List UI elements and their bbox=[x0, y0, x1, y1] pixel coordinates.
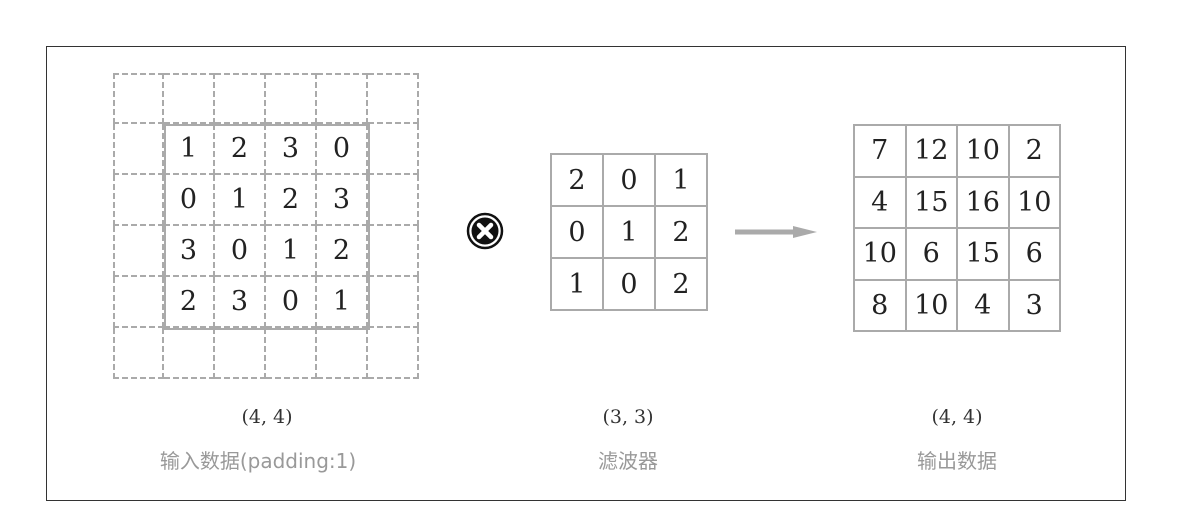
input-cell: 1 bbox=[215, 175, 266, 226]
input-cell: 1 bbox=[266, 226, 317, 277]
input-cell: 0 bbox=[266, 277, 317, 328]
input-data-grid: 1230012330122301 bbox=[113, 73, 419, 379]
input-cell bbox=[215, 328, 266, 379]
input-cell bbox=[113, 277, 164, 328]
input-cell bbox=[266, 328, 317, 379]
input-cell: 3 bbox=[317, 175, 368, 226]
output-shape-label: (4, 4) bbox=[931, 406, 983, 428]
input-cell bbox=[113, 328, 164, 379]
input-cell bbox=[164, 73, 215, 124]
input-cell bbox=[317, 328, 368, 379]
input-cell bbox=[368, 124, 419, 175]
right-arrow-icon bbox=[735, 226, 817, 238]
input-cell bbox=[113, 124, 164, 175]
output-cell: 16 bbox=[958, 177, 1010, 229]
filter-shape-label: (3, 3) bbox=[602, 406, 654, 428]
output-caption: 输出数据 bbox=[917, 449, 997, 473]
output-cell: 3 bbox=[1009, 280, 1061, 332]
output-cell: 8 bbox=[855, 280, 907, 332]
output-cell: 4 bbox=[855, 177, 907, 229]
output-cell: 10 bbox=[1009, 177, 1061, 229]
input-cell bbox=[368, 226, 419, 277]
input-cell bbox=[368, 277, 419, 328]
filter-cell: 1 bbox=[552, 259, 604, 311]
input-cell: 2 bbox=[164, 277, 215, 328]
output-cell: 7 bbox=[855, 126, 907, 178]
input-cell: 0 bbox=[164, 175, 215, 226]
input-cell: 2 bbox=[266, 175, 317, 226]
input-cell: 3 bbox=[164, 226, 215, 277]
output-cell: 2 bbox=[1009, 126, 1061, 178]
output-cell: 15 bbox=[958, 229, 1010, 281]
output-cell: 6 bbox=[1009, 229, 1061, 281]
output-cell: 10 bbox=[906, 280, 958, 332]
input-cell: 1 bbox=[317, 277, 368, 328]
input-cell bbox=[113, 175, 164, 226]
input-cell: 0 bbox=[317, 124, 368, 175]
input-cell: 0 bbox=[215, 226, 266, 277]
output-cell: 10 bbox=[958, 126, 1010, 178]
filter-cell: 2 bbox=[656, 207, 708, 259]
output-cell: 4 bbox=[958, 280, 1010, 332]
input-cell bbox=[113, 73, 164, 124]
filter-grid: 201012102 bbox=[550, 153, 708, 311]
filter-cell: 1 bbox=[656, 155, 708, 207]
filter-cell: 2 bbox=[656, 259, 708, 311]
output-cell: 12 bbox=[906, 126, 958, 178]
input-cell bbox=[164, 328, 215, 379]
output-cell: 10 bbox=[855, 229, 907, 281]
output-cell: 6 bbox=[906, 229, 958, 281]
filter-caption: 滤波器 bbox=[598, 449, 658, 473]
filter-cell: 0 bbox=[552, 207, 604, 259]
input-cell: 2 bbox=[215, 124, 266, 175]
filter-cell: 1 bbox=[604, 207, 656, 259]
input-cell: 1 bbox=[164, 124, 215, 175]
input-cell bbox=[215, 73, 266, 124]
input-cell bbox=[368, 175, 419, 226]
filter-cell: 2 bbox=[552, 155, 604, 207]
convolution-operator-icon bbox=[466, 212, 504, 250]
output-data-grid: 7 12 10 2 4 15 16 10 10 6 15 6 8 10 4 3 bbox=[853, 124, 1061, 332]
input-cell: 3 bbox=[266, 124, 317, 175]
input-cell bbox=[113, 226, 164, 277]
filter-cell: 0 bbox=[604, 155, 656, 207]
input-cell bbox=[368, 328, 419, 379]
input-cell bbox=[317, 73, 368, 124]
output-cell: 15 bbox=[906, 177, 958, 229]
input-cell: 2 bbox=[317, 226, 368, 277]
input-caption: 输入数据(padding:1) bbox=[159, 449, 357, 473]
input-cell bbox=[266, 73, 317, 124]
filter-cell: 0 bbox=[604, 259, 656, 311]
input-shape-label: (4, 4) bbox=[241, 406, 293, 428]
input-cell: 3 bbox=[215, 277, 266, 328]
input-cell bbox=[368, 73, 419, 124]
